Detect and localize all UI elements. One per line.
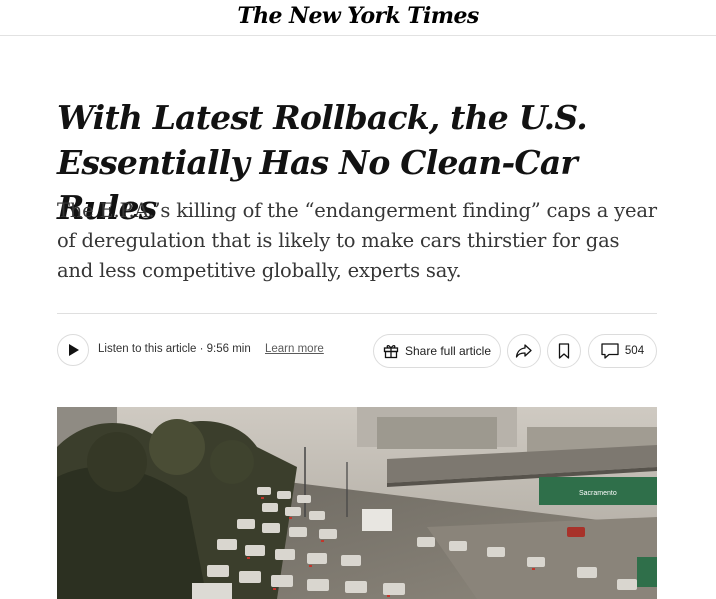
play-button[interactable] (57, 334, 89, 366)
hero-image: Sacramento (57, 407, 657, 599)
masthead: The New York Times (0, 0, 716, 36)
article-toolbar: Listen to this article · 9:56 min Learn … (57, 334, 657, 368)
comment-count: 504 (624, 345, 645, 357)
learn-more-link[interactable]: Learn more (265, 343, 324, 355)
gift-icon (383, 345, 399, 359)
comments-button[interactable]: 504 (588, 334, 657, 368)
nyt-logo[interactable]: The New York Times (237, 3, 479, 29)
bookmark-icon (558, 343, 570, 359)
listen-label[interactable]: Listen to this article · 9:56 min (98, 343, 251, 355)
highway-sign-text: Sacramento (579, 490, 617, 497)
freeway-traffic-photo: Sacramento (57, 407, 657, 599)
share-arrow-icon (515, 344, 532, 358)
play-icon (69, 344, 79, 356)
share-button[interactable] (507, 334, 541, 368)
article-page: The New York Times With Latest Rollback,… (0, 0, 716, 599)
share-full-article-button[interactable]: Share full article (373, 334, 501, 368)
save-button[interactable] (547, 334, 581, 368)
divider (57, 313, 657, 314)
comment-icon (601, 343, 619, 359)
share-full-article-label: Share full article (404, 344, 492, 358)
article-summary: The E.P.A.’s killing of the “endangermen… (57, 199, 657, 282)
